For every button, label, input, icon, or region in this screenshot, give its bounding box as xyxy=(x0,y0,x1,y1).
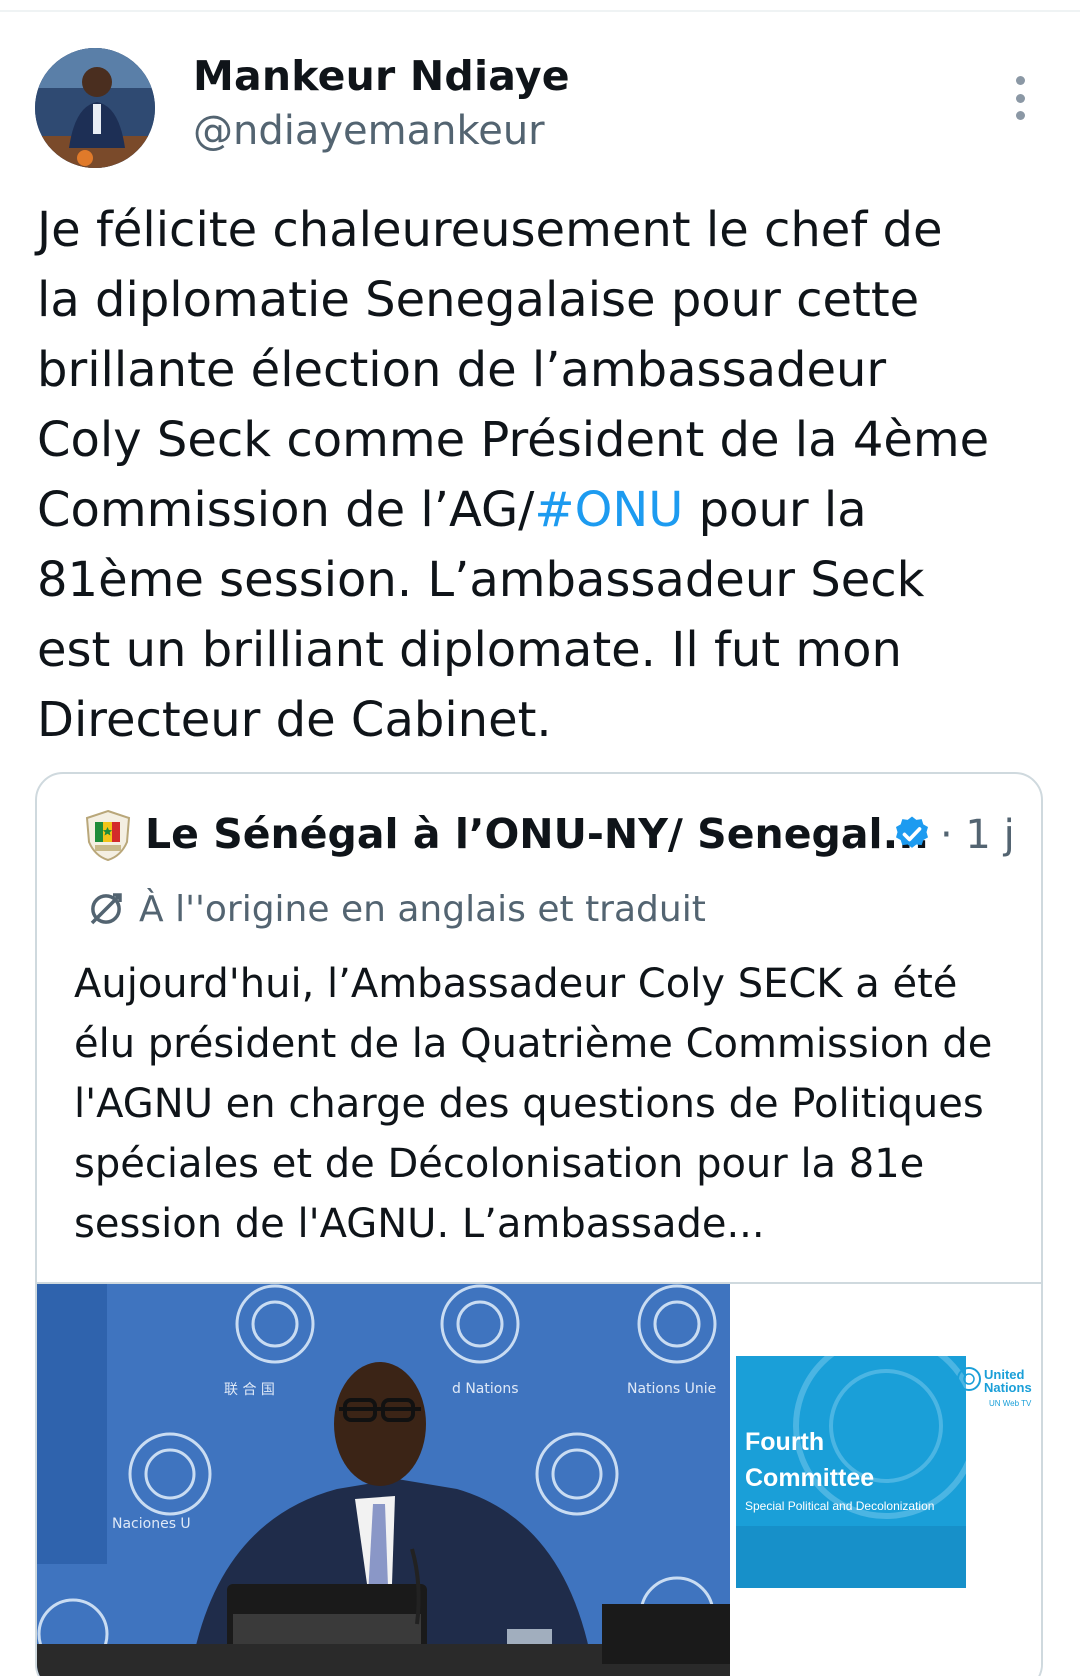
quoted-timestamp[interactable]: · 1 j xyxy=(940,812,1015,858)
more-options-button[interactable] xyxy=(1006,76,1034,120)
un-web-tv-label: UN Web TV xyxy=(989,1399,1032,1408)
watermark-text: Naciones U xyxy=(112,1516,191,1532)
top-divider xyxy=(0,10,1080,12)
fourth-committee-title: Fourth Committee xyxy=(745,1428,875,1492)
quoted-account-avatar[interactable] xyxy=(81,808,135,862)
media-graphic[interactable]: Fourth Committee Special Political and D… xyxy=(730,1284,1041,1676)
un-logo-text: United Nations xyxy=(984,1367,1032,1395)
author-handle[interactable]: @ndiayemankeur xyxy=(193,108,545,154)
quoted-account-name[interactable]: Le Sénégal à l’ONU-NY/ Senegal... xyxy=(145,810,929,858)
quoted-media[interactable]: 联 合 国 d Nations Nations Unie Naciones U … xyxy=(37,1282,1041,1676)
translation-notice[interactable]: À l''origine en anglais et traduit xyxy=(85,888,706,930)
author-name[interactable]: Mankeur Ndiaye xyxy=(193,52,570,100)
hashtag-link[interactable]: #ONU xyxy=(534,482,683,538)
translate-icon xyxy=(90,893,122,925)
watermark-text: Nations Unie xyxy=(627,1381,717,1397)
more-vertical-icon xyxy=(1015,76,1025,85)
watermark-text: d Nations xyxy=(452,1381,519,1397)
watermark-text: 联 合 国 xyxy=(224,1382,275,1398)
un-emblem-icon xyxy=(957,1367,981,1391)
author-avatar[interactable] xyxy=(35,48,155,168)
media-photo[interactable]: 联 合 国 d Nations Nations Unie Naciones U xyxy=(37,1284,730,1676)
verified-badge-icon xyxy=(892,814,932,854)
quoted-tweet-card[interactable]: Le Sénégal à l’ONU-NY/ Senegal... · 1 j … xyxy=(35,772,1043,1676)
translation-label: À l''origine en anglais et traduit xyxy=(139,888,706,930)
quoted-tweet-text: Aujourd'hui, l’Ambassadeur Coly SECK a é… xyxy=(74,961,993,1247)
fourth-committee-subtitle: Special Political and Decolonization xyxy=(745,1499,935,1513)
tweet-text: Je félicite chaleureusement le chef de l… xyxy=(37,202,990,748)
